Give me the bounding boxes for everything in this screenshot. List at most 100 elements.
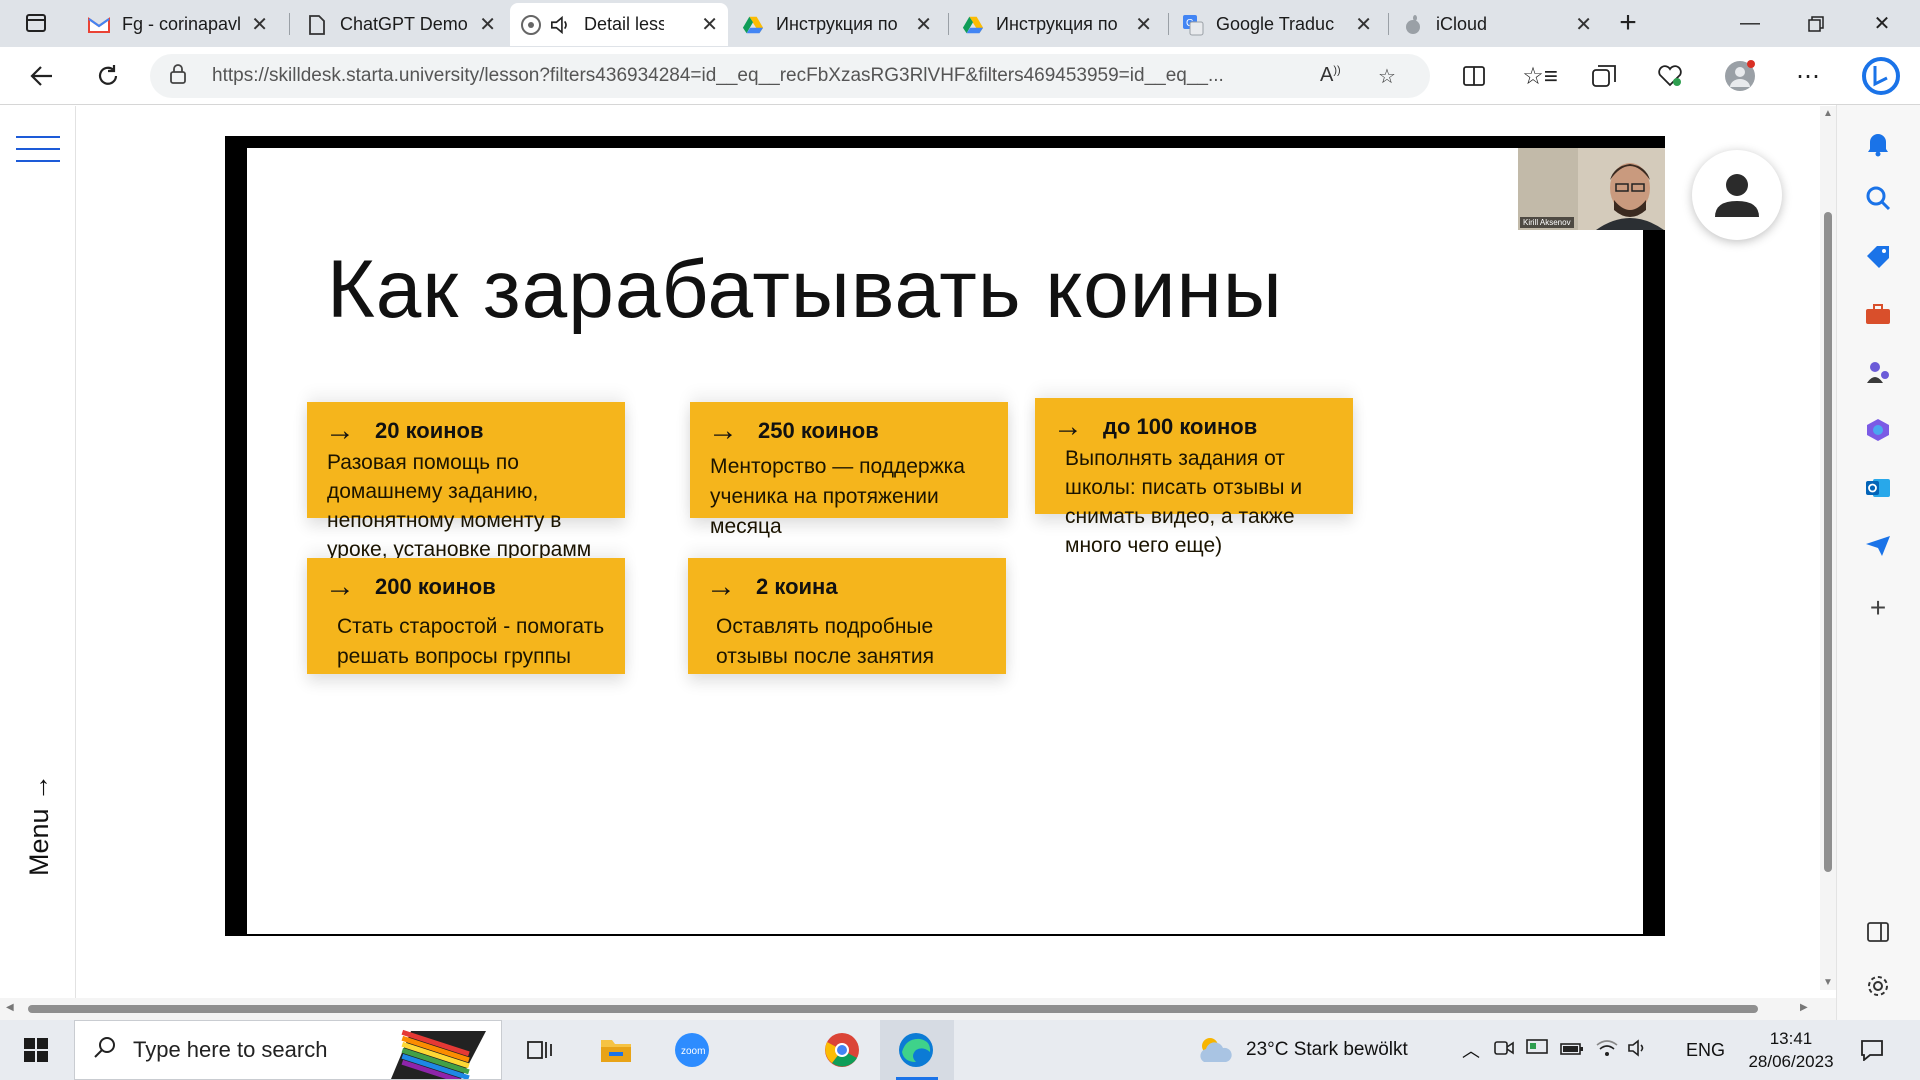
arrow-right-icon: → xyxy=(708,414,738,447)
tab-drive-1[interactable]: Инструкция по ✕ xyxy=(732,3,942,46)
scrollbar-thumb[interactable] xyxy=(28,1005,1758,1013)
meet-now-icon[interactable] xyxy=(1494,1039,1514,1062)
tab-google-translate[interactable]: G Google Traduc ✕ xyxy=(1172,3,1382,46)
browser-essentials-icon[interactable] xyxy=(1650,56,1690,96)
read-aloud-icon[interactable]: A)) xyxy=(1320,64,1341,87)
tab-actions-icon[interactable] xyxy=(16,3,56,43)
arrow-right-icon: → xyxy=(325,570,355,603)
settings-gear-icon[interactable] xyxy=(1859,967,1897,1005)
scroll-down-icon[interactable]: ▼ xyxy=(1823,977,1833,988)
notification-bell-icon[interactable] xyxy=(1859,125,1897,163)
weather-widget[interactable]: 23°C Stark bewölkt xyxy=(1196,1020,1408,1080)
split-screen-icon[interactable] xyxy=(1454,56,1494,96)
task-view-icon[interactable] xyxy=(520,1030,560,1070)
refresh-icon[interactable] xyxy=(88,56,128,96)
arrow-right-icon: → xyxy=(325,414,355,447)
close-window-icon[interactable]: ✕ xyxy=(1852,0,1912,47)
scrollbar-thumb[interactable] xyxy=(1824,212,1832,872)
battery-icon[interactable] xyxy=(1560,1040,1584,1061)
more-options-icon[interactable]: ⋯ xyxy=(1788,56,1828,96)
taskbar-search-box[interactable]: Type here to search xyxy=(74,1020,502,1080)
card-text: Выполнять задания от школы: писать отзыв… xyxy=(1065,447,1303,557)
microsoft-365-icon[interactable] xyxy=(1859,411,1897,449)
collections-icon[interactable] xyxy=(1584,56,1624,96)
outlook-icon[interactable] xyxy=(1859,469,1897,507)
tab-separator xyxy=(1388,13,1389,35)
card-heading: до 100 коинов xyxy=(1103,414,1258,439)
send-drop-icon[interactable] xyxy=(1859,527,1897,565)
hamburger-menu-icon[interactable] xyxy=(16,136,60,172)
back-icon[interactable] xyxy=(22,56,62,96)
notification-center-icon[interactable] xyxy=(1852,1030,1892,1070)
volume-icon[interactable] xyxy=(1628,1038,1650,1062)
page-content: Menu → Как зарабатывать коины → 20 коинов… xyxy=(0,106,1820,1010)
webcam-thumbnail[interactable]: Kirill Aksenov xyxy=(1518,148,1665,230)
add-sidebar-app-icon[interactable]: + xyxy=(1859,589,1897,627)
participant-name: Kirill Aksenov xyxy=(1520,217,1574,228)
tab-separator xyxy=(1168,13,1169,35)
clock-date: 28/06/2023 xyxy=(1748,1052,1834,1071)
zoom-app-icon[interactable]: zoom xyxy=(672,1030,712,1070)
search-icon[interactable] xyxy=(1859,179,1897,217)
scroll-up-icon[interactable]: ▲ xyxy=(1823,108,1833,119)
google-translate-icon: G xyxy=(1182,14,1204,36)
close-icon[interactable]: ✕ xyxy=(701,12,718,37)
user-icon xyxy=(1715,174,1759,217)
tools-briefcase-icon[interactable] xyxy=(1859,295,1897,333)
edge-icon[interactable] xyxy=(896,1030,936,1070)
hide-sidebar-icon[interactable] xyxy=(1859,913,1897,951)
coins-card: → 2 коина Оставлять подробные отзывы посл… xyxy=(688,558,1006,674)
close-icon[interactable]: ✕ xyxy=(1135,12,1152,37)
wifi-icon[interactable] xyxy=(1596,1039,1618,1062)
horizontal-scrollbar[interactable]: ◀ ▶ xyxy=(0,998,1836,1020)
address-bar[interactable]: https://skilldesk.starta.university/less… xyxy=(150,54,1430,98)
slide-title: Как зарабатывать коины xyxy=(327,244,1283,335)
tab-detail-lesson[interactable]: Detail less ✕ xyxy=(510,3,728,46)
close-icon[interactable]: ✕ xyxy=(1355,12,1372,37)
favorite-star-icon[interactable]: ☆ xyxy=(1378,64,1396,89)
profile-avatar-icon[interactable] xyxy=(1720,56,1760,96)
games-icon[interactable] xyxy=(1859,353,1897,391)
card-text: Разовая помощь по домашнему заданию, неп… xyxy=(327,451,592,561)
restore-icon[interactable] xyxy=(1786,0,1846,47)
tab-title: Инструкция по xyxy=(996,14,1118,34)
system-clock[interactable]: 13:41 28/06/2023 xyxy=(1736,1020,1846,1080)
favorites-icon[interactable]: ☆≡ xyxy=(1520,56,1560,96)
user-avatar-button[interactable] xyxy=(1692,150,1782,240)
chrome-icon[interactable] xyxy=(822,1030,862,1070)
shopping-tag-icon[interactable] xyxy=(1859,237,1897,275)
scroll-left-icon[interactable]: ◀ xyxy=(6,1002,14,1013)
minimize-icon[interactable]: — xyxy=(1720,0,1780,47)
vertical-scrollbar[interactable]: ▲ ▼ xyxy=(1820,106,1836,990)
google-drive-icon xyxy=(742,14,764,36)
lesson-video-player[interactable]: Как зарабатывать коины → 20 коинов Разова… xyxy=(225,136,1665,936)
url-text[interactable]: https://skilldesk.starta.university/less… xyxy=(212,65,1302,87)
taskbar-active-app[interactable] xyxy=(880,1020,954,1080)
card-heading: 20 коинов xyxy=(375,418,484,443)
lock-icon[interactable] xyxy=(170,63,200,89)
card-heading: 2 коина xyxy=(756,574,838,599)
tab-title: Google Traduc xyxy=(1216,14,1335,34)
windows-start-icon[interactable] xyxy=(16,1030,56,1070)
tab-chatgpt[interactable]: ChatGPT Demo ✕ xyxy=(296,3,506,46)
bing-copilot-icon[interactable] xyxy=(1858,53,1904,99)
tab-icloud[interactable]: iCloud ✕ xyxy=(1392,3,1602,46)
menu-toggle[interactable]: Menu → xyxy=(24,774,55,876)
card-text: Оставлять подробные отзывы после занятия xyxy=(716,615,934,668)
scroll-right-icon[interactable]: ▶ xyxy=(1800,1002,1808,1013)
search-highlight-image xyxy=(391,1029,486,1079)
close-icon[interactable]: ✕ xyxy=(251,12,268,37)
file-explorer-icon[interactable] xyxy=(596,1030,636,1070)
coins-card: → 20 коинов Разовая помощь по домашнему з… xyxy=(307,402,625,561)
close-icon[interactable]: ✕ xyxy=(479,12,496,37)
close-icon[interactable]: ✕ xyxy=(915,12,932,37)
tab-audio-icon[interactable] xyxy=(550,14,572,36)
chevron-up-icon[interactable]: ︿ xyxy=(1462,1037,1480,1063)
display-icon[interactable] xyxy=(1526,1038,1548,1062)
card-heading: 200 коинов xyxy=(375,574,496,599)
tab-gmail[interactable]: Fg - corinapavl ✕ xyxy=(78,3,278,46)
new-tab-icon[interactable]: + xyxy=(1608,3,1648,43)
tab-drive-2[interactable]: Инструкция по ✕ xyxy=(952,3,1162,46)
language-indicator[interactable]: ENG xyxy=(1686,1020,1725,1080)
close-icon[interactable]: ✕ xyxy=(1575,12,1592,37)
